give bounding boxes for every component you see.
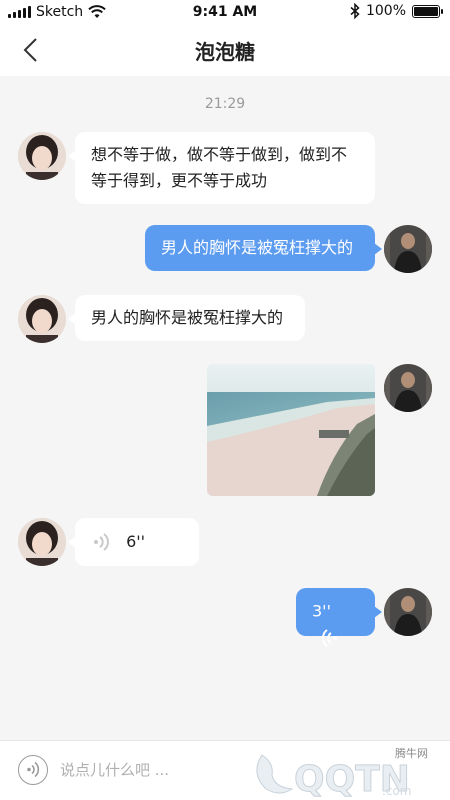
my-avatar[interactable] [384, 588, 432, 636]
voice-toggle-icon [27, 761, 40, 778]
bluetooth-icon [350, 3, 360, 19]
contact-avatar[interactable] [18, 518, 66, 566]
chat-area[interactable]: 21:29 想不等于做，做不等于做到，做到不 等于得到，更不等于成功 男人的胸怀… [0, 76, 450, 740]
message-text: 男人的胸怀是被冤枉撑大的 [91, 308, 284, 327]
voice-wave-icon [94, 532, 109, 551]
voice-duration: 3'' [312, 601, 331, 621]
voice-message-incoming[interactable]: 6'' [68, 518, 199, 566]
watermark-label: 腾牛网 [395, 747, 428, 760]
battery-percent: 100% [365, 3, 406, 19]
watermark-logo: 腾牛网 QQTN .com [232, 745, 442, 800]
image-message[interactable] [207, 364, 375, 496]
message-bubble-incoming[interactable]: 男人的胸怀是被冤枉撑大的 [68, 295, 305, 341]
status-right: 100% [350, 3, 443, 19]
voice-duration: 6'' [126, 531, 146, 551]
nav-bar: 泡泡糖 [0, 24, 450, 76]
status-bar: Sketch 9:41 AM 100% [0, 0, 450, 24]
battery-icon [412, 4, 443, 18]
my-avatar[interactable] [384, 225, 432, 273]
svg-text:.com: .com [382, 784, 411, 798]
message-timestamp: 21:29 [204, 96, 246, 112]
message-input[interactable] [60, 756, 260, 784]
voice-wave-icon [322, 629, 337, 647]
voice-message-outgoing[interactable]: 3'' [296, 588, 382, 647]
message-text-line: 等于得到，更不等于成功 [91, 171, 268, 190]
contact-avatar[interactable] [18, 132, 66, 180]
my-avatar[interactable] [384, 364, 432, 412]
message-bubble-incoming[interactable]: 想不等于做，做不等于做到，做到不 等于得到，更不等于成功 [68, 132, 375, 204]
message-bubble-outgoing[interactable]: 男人的胸怀是被冤枉撑大的 [145, 225, 382, 271]
contact-avatar[interactable] [18, 295, 66, 343]
chat-title: 泡泡糖 [195, 40, 255, 64]
message-text: 男人的胸怀是被冤枉撑大的 [161, 238, 354, 257]
message-text-line: 想不等于做，做不等于做到，做到不 [91, 145, 348, 164]
voice-toggle-button[interactable] [18, 755, 48, 785]
